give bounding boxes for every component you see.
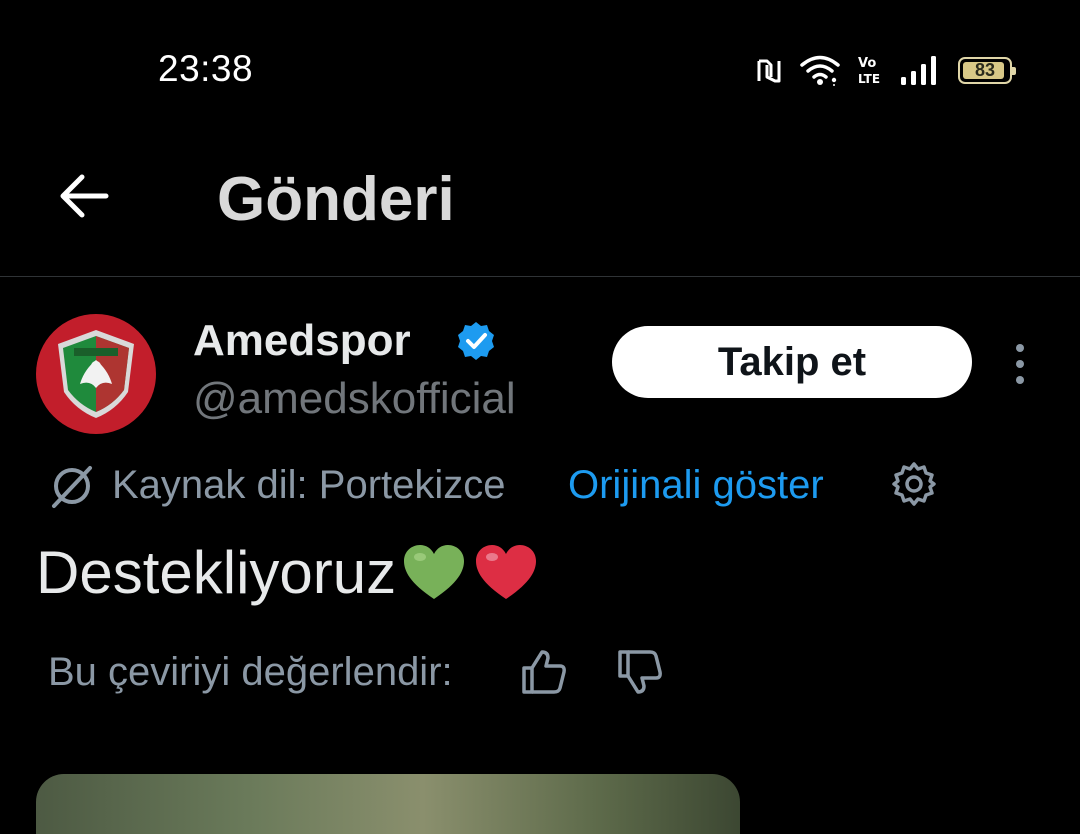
svg-text:Vo: Vo: [858, 56, 876, 71]
show-original-link[interactable]: Orijinali göster: [568, 463, 824, 508]
rate-translation-label: Bu çeviriyi değerlendir:: [48, 650, 453, 694]
gear-icon[interactable]: [890, 460, 938, 508]
follow-button[interactable]: Takip et: [612, 326, 972, 398]
svg-text:LTE: LTE: [858, 72, 880, 86]
nfc-icon: [757, 59, 781, 83]
battery-icon: 83: [958, 56, 1016, 84]
author-name[interactable]: Amedspor: [193, 316, 411, 366]
thumbs-down-icon[interactable]: [614, 646, 666, 698]
source-language: Kaynak dil: Portekizce: [112, 463, 506, 507]
thumbs-up-icon[interactable]: [518, 646, 570, 698]
more-options-icon[interactable]: [1006, 340, 1034, 388]
tweet-text: Destekliyoruz: [36, 538, 540, 607]
battery-level: 83: [974, 59, 996, 80]
tweet-text-content: Destekliyoruz: [36, 539, 397, 606]
signal-icon: [901, 56, 936, 85]
tweet-media-image[interactable]: [36, 774, 740, 834]
red-heart-icon: [476, 544, 537, 599]
club-logo-icon: [58, 330, 134, 418]
translate-icon: [52, 466, 92, 508]
avatar[interactable]: [36, 314, 156, 434]
volte-icon: Vo LTE: [858, 56, 880, 86]
header-divider: [0, 276, 1080, 277]
wifi-icon: [800, 55, 840, 86]
author-handle[interactable]: @amedskofficial: [193, 374, 516, 424]
status-time: 23:38: [158, 48, 254, 89]
page-title: Gönderi: [217, 165, 455, 234]
status-icons: Vo LTE 83: [756, 50, 1016, 90]
verified-badge-icon: [458, 322, 494, 360]
back-arrow-icon[interactable]: [56, 168, 112, 224]
green-heart-icon: [404, 544, 465, 599]
